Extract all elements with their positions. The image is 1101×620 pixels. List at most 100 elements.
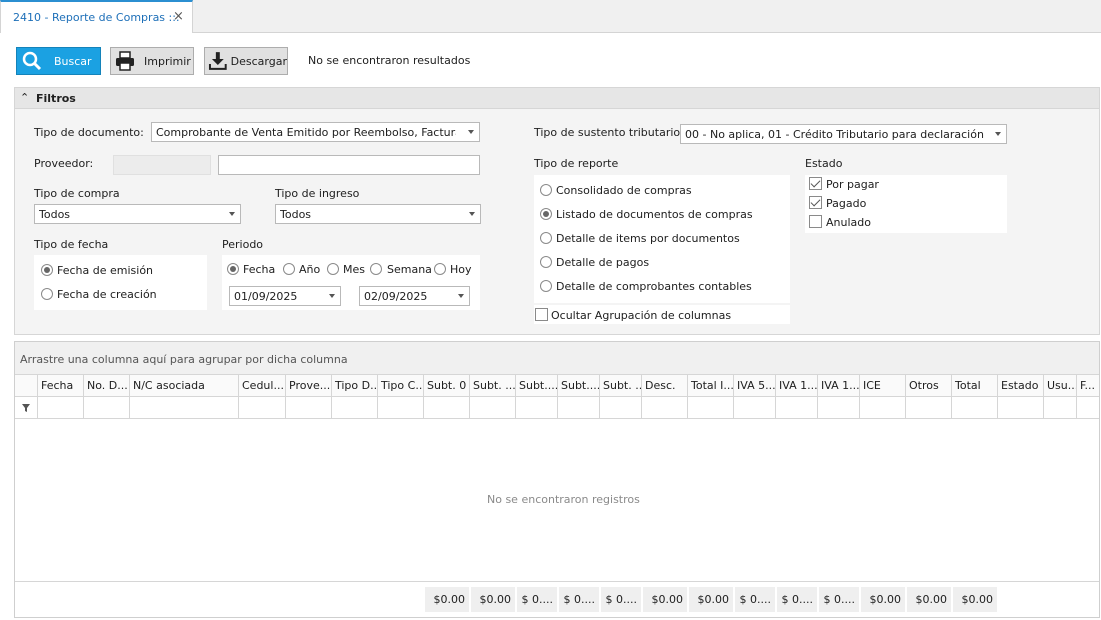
radio-period-ano[interactable]	[283, 263, 295, 275]
total-cell: $ 0....	[601, 587, 641, 612]
date-to-value: 02/09/2025	[364, 290, 428, 303]
print-button-label: Imprimir	[144, 54, 191, 68]
filter-cell[interactable]	[641, 397, 687, 419]
column-header[interactable]: Total I...	[687, 375, 733, 397]
column-header[interactable]: Total	[951, 375, 997, 397]
purchase-type-select[interactable]: Todos	[34, 204, 241, 224]
chevron-up-icon[interactable]: ⌃	[20, 91, 29, 104]
column-header[interactable]: Subt. ...	[469, 375, 515, 397]
column-header[interactable]: ICE	[859, 375, 905, 397]
filter-cell[interactable]	[817, 397, 859, 419]
filter-cell[interactable]	[37, 397, 83, 419]
search-button[interactable]: Buscar	[16, 47, 101, 75]
column-header[interactable]: Prove...	[285, 375, 331, 397]
column-header[interactable]: Desc.	[641, 375, 687, 397]
column-header[interactable]: Subt....	[557, 375, 599, 397]
hide-grouping-checkbox[interactable]	[535, 308, 548, 321]
filter-cell[interactable]	[775, 397, 817, 419]
filter-cell[interactable]	[1043, 397, 1076, 419]
column-header[interactable]: N/C asociada	[129, 375, 238, 397]
radio-report-pagos[interactable]	[540, 256, 552, 268]
filter-cell[interactable]	[83, 397, 129, 419]
date-to-picker[interactable]: 02/09/2025	[359, 286, 470, 306]
group-panel[interactable]: Arrastre una columna aquí para agrupar p…	[15, 342, 1099, 375]
income-type-select[interactable]: Todos	[275, 204, 481, 224]
column-header[interactable]: Subt....	[515, 375, 557, 397]
column-header[interactable]: Fecha	[37, 375, 83, 397]
radio-report-consolidado[interactable]	[540, 184, 552, 196]
filter-cell[interactable]	[557, 397, 599, 419]
total-cell: $0.00	[425, 587, 469, 612]
radio-report-contables-label: Detalle de comprobantes contables	[556, 280, 752, 293]
report-type-label: Tipo de reporte	[534, 157, 619, 170]
download-button[interactable]: Descargar	[204, 47, 288, 75]
radio-period-hoy[interactable]	[434, 263, 446, 275]
total-cell: $0.00	[861, 587, 905, 612]
column-header[interactable]: Tipo D...	[331, 375, 377, 397]
column-header[interactable]: Subt. ...	[599, 375, 641, 397]
radio-report-contables[interactable]	[540, 280, 552, 292]
supplier-name-field[interactable]	[218, 155, 480, 175]
grid-indicator-header	[15, 375, 37, 397]
column-header[interactable]: Cedul...	[238, 375, 285, 397]
radio-report-items-label: Detalle de items por documentos	[556, 232, 740, 245]
radio-period-fecha[interactable]	[227, 263, 239, 275]
radio-fecha-emision-label: Fecha de emisión	[57, 264, 154, 277]
chevron-down-icon	[469, 212, 475, 216]
column-header[interactable]: Subt. 0	[423, 375, 469, 397]
print-button[interactable]: Imprimir	[110, 47, 194, 75]
filter-cell[interactable]	[285, 397, 331, 419]
filter-cell[interactable]	[469, 397, 515, 419]
column-header[interactable]: IVA 5...	[733, 375, 775, 397]
total-cell: $0.00	[689, 587, 733, 612]
column-header[interactable]: IVA 1...	[817, 375, 859, 397]
filter-cell[interactable]	[238, 397, 285, 419]
supplier-label: Proveedor:	[34, 157, 94, 170]
status-filter-label: Estado	[805, 157, 843, 170]
doc-type-select[interactable]: Comprobante de Venta Emitido por Reembol…	[151, 122, 480, 142]
filter-cell[interactable]	[997, 397, 1043, 419]
close-icon[interactable]: ×	[173, 9, 184, 24]
column-header[interactable]: Otros	[905, 375, 951, 397]
supplier-code-field[interactable]	[113, 155, 211, 175]
chevron-down-icon	[229, 212, 235, 216]
radio-fecha-emision[interactable]	[41, 264, 53, 276]
radio-report-items[interactable]	[540, 232, 552, 244]
column-header[interactable]: Tipo C...	[377, 375, 423, 397]
filter-cell[interactable]	[423, 397, 469, 419]
grid-filter-row	[15, 397, 1099, 419]
radio-fecha-creacion[interactable]	[41, 288, 53, 300]
filter-cell[interactable]	[905, 397, 951, 419]
period-label: Periodo	[222, 238, 264, 251]
total-cell: $0.00	[953, 587, 997, 612]
filter-cell[interactable]	[733, 397, 775, 419]
total-cell: $ 0....	[559, 587, 599, 612]
chevron-down-icon	[468, 130, 474, 134]
checkbox-pagado[interactable]	[809, 196, 822, 209]
tab-reporte-compras[interactable]: 2410 - Reporte de Compras ::. ×	[0, 0, 193, 34]
radio-report-listado[interactable]	[540, 208, 552, 220]
checkbox-por-pagar[interactable]	[809, 177, 822, 190]
filter-cell[interactable]	[129, 397, 238, 419]
filter-cell[interactable]	[951, 397, 997, 419]
column-header[interactable]: Usu...	[1043, 375, 1076, 397]
radio-period-semana[interactable]	[370, 263, 382, 275]
filter-cell[interactable]	[859, 397, 905, 419]
tab-title: 2410 - Reporte de Compras ::.	[13, 11, 180, 24]
column-header[interactable]: No. D...	[83, 375, 129, 397]
purchase-type-value: Todos	[39, 208, 71, 221]
column-header[interactable]: Estado	[997, 375, 1043, 397]
filter-cell[interactable]	[515, 397, 557, 419]
support-type-select[interactable]: 00 - No aplica, 01 - Crédito Tributario …	[680, 124, 1007, 144]
filter-cell[interactable]	[331, 397, 377, 419]
filter-cell[interactable]	[687, 397, 733, 419]
radio-period-mes[interactable]	[327, 263, 339, 275]
column-header[interactable]: F...	[1076, 375, 1099, 397]
filter-cell[interactable]	[377, 397, 423, 419]
filter-cell[interactable]	[1076, 397, 1099, 419]
date-from-picker[interactable]: 01/09/2025	[229, 286, 341, 306]
filter-cell[interactable]	[599, 397, 641, 419]
filters-header[interactable]: ⌃ Filtros	[14, 87, 1100, 109]
column-header[interactable]: IVA 1...	[775, 375, 817, 397]
checkbox-anulado[interactable]	[809, 215, 822, 228]
